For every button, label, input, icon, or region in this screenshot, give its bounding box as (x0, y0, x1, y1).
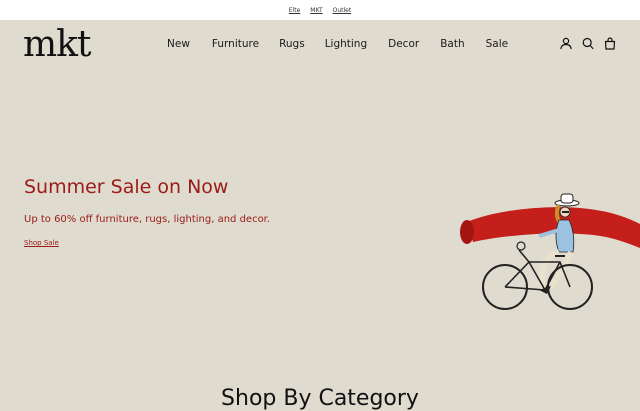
nav-item-sale[interactable]: Sale (486, 38, 508, 50)
nav-item-new[interactable]: New (167, 38, 190, 50)
hero-title: Summer Sale on Now (24, 176, 229, 198)
utility-link-elte[interactable]: Elte (289, 7, 301, 14)
main-nav: New Furniture Rugs Lighting Decor Bath S… (167, 38, 508, 50)
nav-item-rugs[interactable]: Rugs (279, 38, 305, 50)
nav-item-lighting[interactable]: Lighting (325, 38, 367, 50)
hero-subtitle: Up to 60% off furniture, rugs, lighting,… (24, 214, 271, 225)
utility-link-mkt[interactable]: MKT (310, 7, 322, 14)
utility-link-outlet[interactable]: Outlet (333, 7, 352, 14)
shop-sale-link[interactable]: Shop Sale (24, 239, 59, 247)
bag-icon[interactable] (604, 37, 616, 50)
nav-item-furniture[interactable]: Furniture (212, 38, 259, 50)
section-heading: Shop By Category (221, 386, 419, 411)
cyclist-carrying-rug-illustration (455, 190, 640, 319)
header-icons (560, 37, 616, 50)
brand-logo[interactable]: mkt (23, 27, 91, 63)
utility-bar: Elte MKT Outlet (0, 0, 640, 20)
account-icon[interactable] (560, 37, 572, 50)
nav-item-decor[interactable]: Decor (388, 38, 419, 50)
nav-item-bath[interactable]: Bath (440, 38, 464, 50)
search-icon[interactable] (582, 37, 594, 50)
